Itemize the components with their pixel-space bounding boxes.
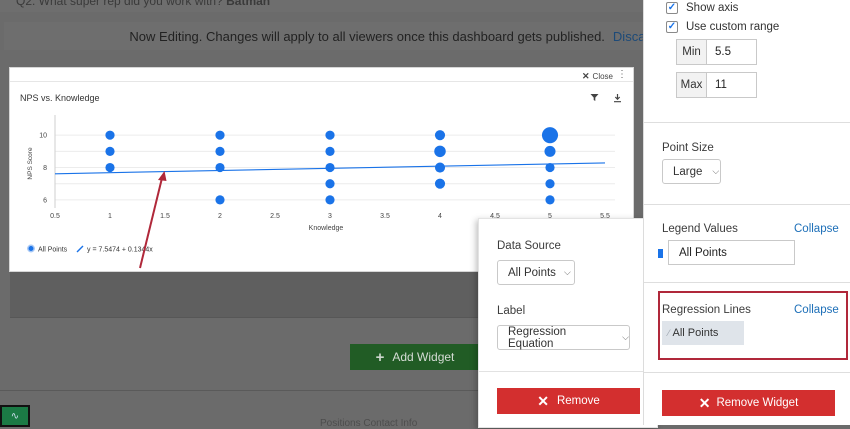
point-size-value: Large <box>673 165 703 178</box>
settings-panel: ✓ Show axis ✓ Use custom range Min 5.5 M… <box>643 0 850 425</box>
x-tick-label: 3 <box>328 213 332 220</box>
show-axis-row: ✓ Show axis <box>666 2 738 14</box>
data-point <box>215 130 225 140</box>
legend-all-points-label: All Points <box>38 247 68 254</box>
remove-button[interactable]: ✕ Remove <box>497 388 640 414</box>
panel-divider <box>644 204 850 205</box>
data-source-value: All Points <box>508 266 556 279</box>
legend-collapse-link[interactable]: Collapse <box>794 223 839 235</box>
data-point <box>434 130 446 141</box>
x-axis-title: Knowledge <box>309 225 344 232</box>
add-widget-button[interactable]: + Add Widget <box>350 344 480 370</box>
legend-value-input[interactable]: All Points <box>668 240 795 265</box>
chevron-down-icon: ⌵ <box>563 267 571 277</box>
show-axis-checkbox[interactable]: ✓ <box>666 2 678 14</box>
editing-banner: Now Editing. Changes will apply to all v… <box>4 22 643 50</box>
regression-settings-popup: Data Source All Points ⌵ Label Regressio… <box>478 218 658 428</box>
data-point <box>215 195 225 205</box>
x-tick-label: 3.5 <box>380 213 390 220</box>
remove-label: Remove <box>556 395 600 407</box>
custom-range-checkbox[interactable]: ✓ <box>666 21 678 33</box>
min-range-row: Min 5.5 <box>676 39 757 65</box>
x-tick-label: 0.5 <box>50 213 60 220</box>
label-label: Label <box>497 305 526 317</box>
data-point <box>325 162 335 173</box>
close-icon: ✕ <box>698 394 711 411</box>
y-tick-label: 6 <box>43 197 47 204</box>
data-point <box>105 162 115 173</box>
chevron-down-icon: ⌵ <box>712 166 720 176</box>
panel-divider <box>644 372 850 373</box>
label-value: Regression Equation <box>508 325 567 350</box>
close-icon: ✕ <box>537 392 549 409</box>
max-input[interactable]: 11 <box>707 72 757 98</box>
editing-message: Now Editing. Changes will apply to all v… <box>129 28 605 44</box>
annotation-highlight-box <box>658 291 848 360</box>
data-point <box>545 179 555 189</box>
legend-values-label: Legend Values <box>662 223 738 235</box>
activity-icon[interactable]: ∿ <box>0 405 30 427</box>
data-point <box>541 127 559 144</box>
discard-link[interactable]: Discard <box>613 29 643 44</box>
dim-top-region: Q2. What super rep did you work with? Ba… <box>0 0 643 12</box>
show-axis-label: Show axis <box>686 2 739 14</box>
point-size-label: Point Size <box>662 142 714 154</box>
legend-all-points-marker <box>27 244 35 253</box>
data-source-select[interactable]: All Points ⌵ <box>497 260 575 285</box>
data-point <box>545 195 555 205</box>
min-input[interactable]: 5.5 <box>707 39 757 65</box>
data-point <box>325 130 335 140</box>
data-point <box>544 145 556 157</box>
max-range-row: Max 11 <box>676 72 757 98</box>
data-point <box>215 146 225 156</box>
x-tick-label: 1.5 <box>160 213 170 220</box>
data-point <box>325 146 335 156</box>
remove-widget-label: Remove Widget <box>716 397 799 409</box>
data-point <box>434 145 446 158</box>
point-size-select[interactable]: Large ⌵ <box>662 159 721 184</box>
label-select[interactable]: Regression Equation ⌵ <box>497 325 630 350</box>
y-tick-label: 10 <box>39 133 47 140</box>
chevron-down-icon: ⌵ <box>622 332 629 342</box>
popup-divider <box>479 371 657 372</box>
annotation-arrowhead <box>158 171 167 181</box>
legend-color-marker[interactable] <box>658 249 663 258</box>
data-point <box>434 178 446 189</box>
legend-regression-marker <box>76 245 84 253</box>
x-tick-label: 1 <box>108 213 112 220</box>
data-point <box>325 195 335 205</box>
data-point <box>105 130 115 140</box>
data-point <box>434 162 446 173</box>
custom-range-label: Use custom range <box>686 21 780 33</box>
max-label: Max <box>676 72 707 98</box>
add-widget-label: Add Widget <box>392 350 455 364</box>
previous-question-text: Q2. What super rep did you work with? Ba… <box>16 0 271 8</box>
data-point <box>325 179 335 189</box>
y-axis-title: NPS Score <box>27 147 34 180</box>
remove-widget-button[interactable]: ✕ Remove Widget <box>662 390 835 416</box>
annotation-arrow <box>139 177 163 269</box>
plus-icon: + <box>375 348 385 366</box>
custom-range-row: ✓ Use custom range <box>666 21 779 33</box>
panel-divider <box>644 122 850 123</box>
bottom-tabs-text: Positions Contact Info <box>320 418 418 429</box>
background-divider <box>0 390 480 391</box>
data-point <box>105 146 115 156</box>
y-tick-label: 8 <box>43 165 47 172</box>
background-widget-area <box>10 270 480 318</box>
x-tick-label: 2.5 <box>270 213 280 220</box>
panel-divider <box>644 282 850 283</box>
data-source-label: Data Source <box>497 240 561 252</box>
x-tick-label: 2 <box>218 213 222 220</box>
min-label: Min <box>676 39 707 65</box>
x-tick-label: 4 <box>438 213 442 220</box>
